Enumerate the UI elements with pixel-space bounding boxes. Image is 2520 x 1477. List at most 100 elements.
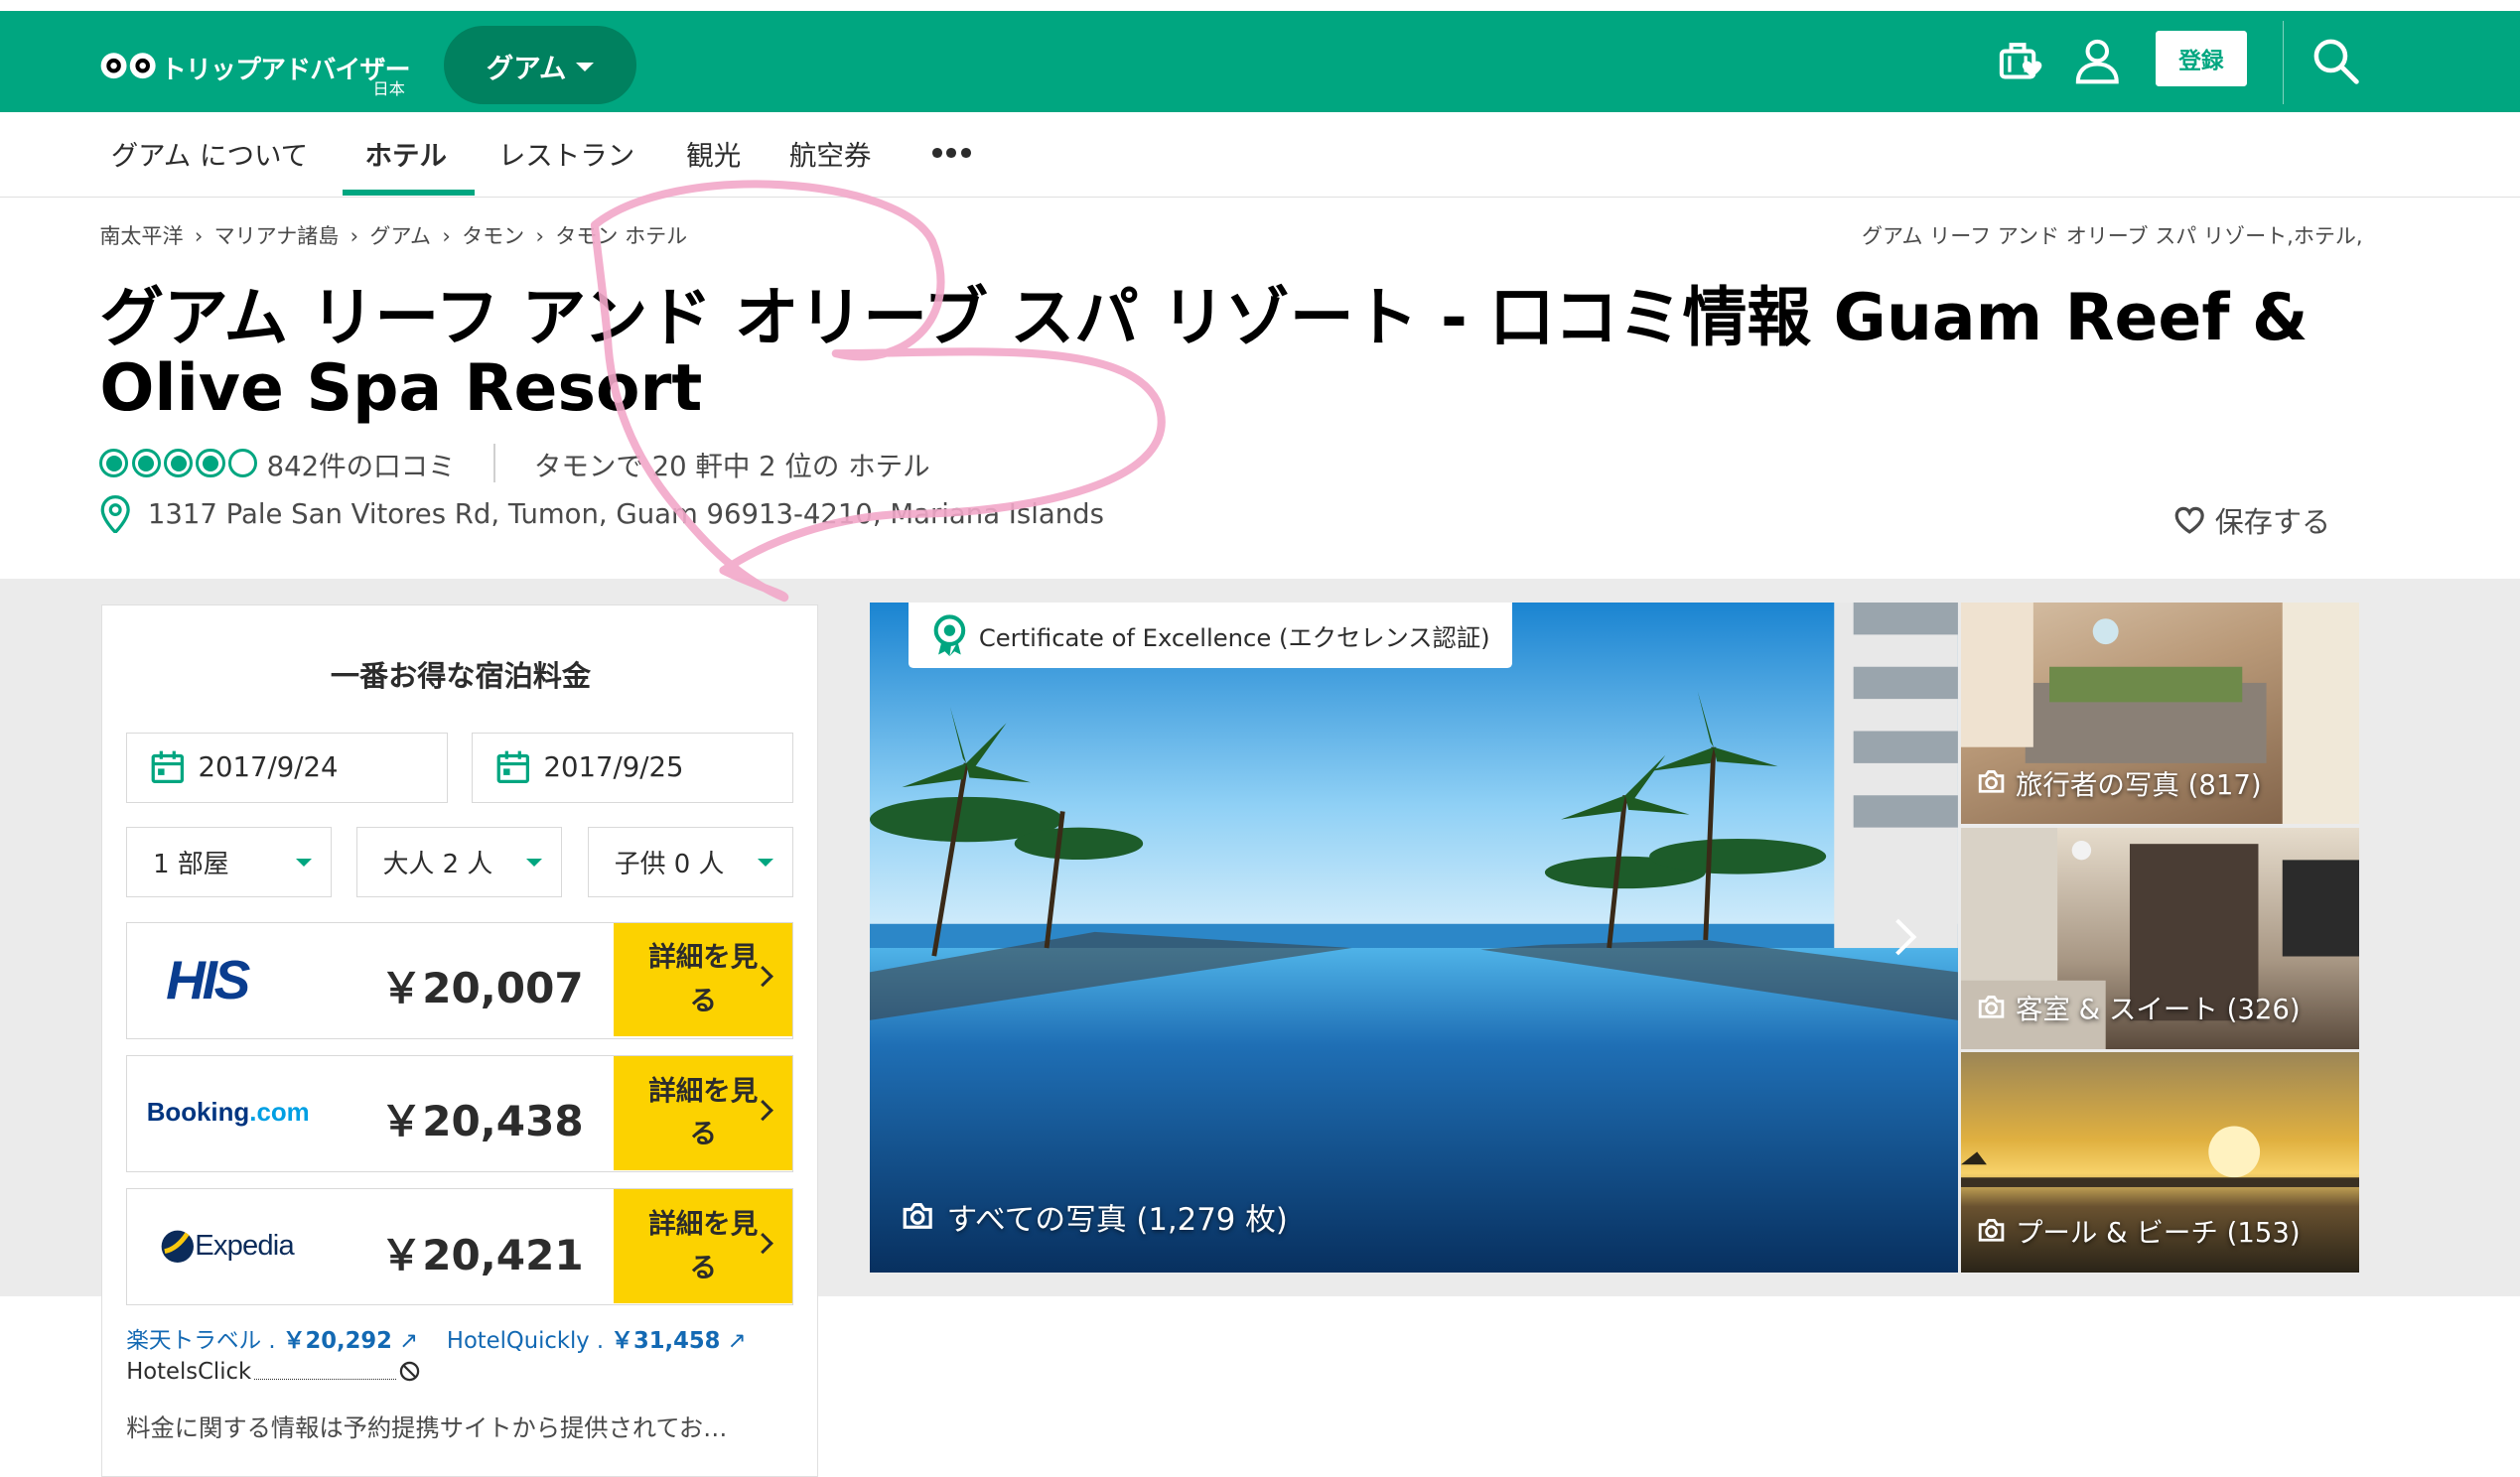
view-deal-button[interactable]: 詳細を見る: [614, 1189, 793, 1304]
checkout-date-field[interactable]: 2017/9/25: [472, 732, 794, 803]
other-offer-hotelquickly[interactable]: HotelQuickly . ￥31,458 ↗: [447, 1328, 747, 1354]
booking-com-logo: Booking .com: [147, 1056, 310, 1170]
view-deal-button[interactable]: 詳細を見る: [614, 1055, 793, 1170]
checkin-date-field[interactable]: 2017/9/24: [126, 732, 449, 803]
rooms-select[interactable]: 1 部屋: [126, 827, 333, 898]
breadcrumb-tumon-hotels[interactable]: タモン ホテル: [555, 223, 687, 248]
other-offers: 楽天トラベル . ￥20,292 ↗ HotelQuickly . ￥31,45…: [126, 1322, 746, 1355]
provider-name: Booking: [146, 1098, 250, 1127]
sub-navigation: グアム について ホテル レストラン 観光 航空券: [0, 112, 2520, 199]
save-button[interactable]: 保存する: [2173, 499, 2331, 541]
award-ribbon-icon: [933, 614, 966, 657]
children-value: 子供 0 人: [614, 850, 725, 880]
external-link-icon: ↗: [399, 1327, 419, 1354]
address-row: 1317 Pale San Vitores Rd, Tumon, Guam 96…: [99, 494, 1104, 534]
ranking-text[interactable]: タモンで 20 軒中 2 位の ホテル: [534, 444, 930, 483]
breadcrumb-separator: ›: [442, 222, 451, 248]
camera-icon: [1978, 1219, 2005, 1242]
his-logo: HIS: [166, 923, 250, 1037]
rating-bubble-filled: [99, 449, 129, 478]
more-menu-icon[interactable]: [931, 147, 971, 158]
provider-name-suffix: .com: [249, 1098, 310, 1127]
breadcrumb-separator: ›: [535, 222, 544, 248]
camera-icon: [903, 1203, 932, 1230]
offer-price: ￥20,007: [380, 963, 584, 1012]
camera-icon: [1978, 996, 2005, 1018]
other-offer-name: 楽天トラベル: [126, 1327, 262, 1354]
thumbnail-label: 旅行者の写真 (817): [2015, 768, 2262, 801]
rating-row: 842件の口コミ タモンで 20 軒中 2 位の ホテル: [99, 444, 930, 483]
pool-photo-image: [869, 603, 1958, 1274]
review-count-link[interactable]: 842件の口コミ: [267, 444, 456, 483]
trips-suitcase-icon[interactable]: [1997, 37, 2045, 85]
checkin-value: 2017/9/24: [198, 751, 339, 784]
certificate-badge[interactable]: Certificate of Excellence (エクセレンス認証): [908, 603, 1513, 669]
logo-country: 日本: [372, 79, 405, 99]
tab-hotels[interactable]: ホテル: [364, 133, 447, 173]
other-offer-name: HotelsClick: [126, 1358, 252, 1385]
rating-bubble-empty: [227, 449, 257, 478]
certificate-label: Certificate of Excellence (エクセレンス認証): [978, 622, 1490, 652]
other-offer-hotelsclick[interactable]: HotelsClick: [126, 1359, 420, 1385]
adults-select[interactable]: 大人 2 人: [355, 827, 562, 898]
hotel-address[interactable]: 1317 Pale San Vitores Rd, Tumon, Guam 96…: [148, 498, 1104, 530]
thumbnail-traveler-photos[interactable]: 旅行者の写真 (817): [1960, 603, 2360, 825]
active-tab-indicator: [342, 190, 475, 197]
offer-row[interactable]: Expedia ￥20,421 詳細を見る: [126, 1188, 794, 1306]
rating-bubble-filled: [164, 449, 194, 478]
user-profile-icon[interactable]: [2073, 37, 2122, 85]
breadcrumb-current: グアム リーフ アンド オリーブ スパ リゾート,ホテル,: [1861, 222, 2363, 248]
rating-bubbles[interactable]: [99, 449, 257, 478]
register-button[interactable]: 登録: [2155, 30, 2248, 87]
divider: [493, 444, 496, 483]
view-deal-label: 詳細を見る: [648, 1208, 759, 1283]
other-offer-price: ￥31,458: [611, 1327, 721, 1354]
thumbnail-caption: プール & ビーチ (153): [1977, 1210, 2301, 1250]
thumbnail-pool-beach[interactable]: プール & ビーチ (153): [1960, 1052, 2360, 1274]
unavailable-icon: [399, 1362, 420, 1382]
rating-bubble-filled: [131, 449, 161, 478]
offer-row[interactable]: Booking .com ￥20,438 詳細を見る: [126, 1054, 794, 1173]
external-link-icon: ↗: [727, 1327, 747, 1354]
expedia-logo: Expedia: [160, 1189, 295, 1303]
caret-down-icon: [296, 858, 313, 867]
provider-name: HIS: [166, 949, 250, 1010]
thumbnail-caption: 旅行者の写真 (817): [1977, 762, 2262, 802]
rooms-value: 1 部屋: [153, 850, 229, 880]
tab-attractions[interactable]: 観光: [686, 133, 741, 173]
header-divider: [2282, 21, 2285, 105]
calendar-icon: [151, 750, 184, 784]
caret-down-icon: [757, 858, 773, 867]
breadcrumb-mariana[interactable]: マリアナ諸島: [214, 223, 340, 248]
tab-restaurants[interactable]: レストラン: [498, 133, 635, 173]
heart-icon: [2174, 506, 2204, 534]
search-icon[interactable]: [2311, 37, 2360, 85]
breadcrumb-tumon[interactable]: タモン: [462, 223, 524, 248]
caret-down-icon: [576, 62, 595, 71]
offer-price: ￥20,438: [380, 1097, 584, 1146]
checkout-value: 2017/9/25: [543, 751, 684, 784]
breadcrumb-south-pacific[interactable]: 南太平洋: [99, 223, 183, 248]
children-select[interactable]: 子供 0 人: [587, 827, 794, 898]
geo-label: グアム: [486, 52, 567, 84]
top-strip: [0, 0, 2520, 12]
all-photos-label: すべての写真 (1,279 枚): [946, 1201, 1288, 1238]
geo-dropdown-button[interactable]: グアム: [443, 25, 637, 105]
tab-about-guam[interactable]: グアム について: [111, 133, 309, 173]
offer-row[interactable]: HIS ￥20,007 詳細を見る: [126, 921, 794, 1039]
offer-price: ￥20,421: [380, 1230, 584, 1279]
save-label: 保存する: [2214, 505, 2331, 540]
thumbnail-caption: 客室 & スイート (326): [1977, 987, 2301, 1026]
thumbnail-label: プール & ビーチ (153): [2015, 1217, 2301, 1250]
thumbnail-label: 客室 & スイート (326): [2015, 994, 2301, 1026]
all-photos-link[interactable]: すべての写真 (1,279 枚): [902, 1194, 1288, 1239]
breadcrumb-guam[interactable]: グアム: [369, 223, 431, 248]
view-deal-button[interactable]: 詳細を見る: [614, 922, 793, 1037]
main-photo[interactable]: Certificate of Excellence (エクセレンス認証) すべて…: [869, 603, 1958, 1274]
thumbnail-rooms-suites[interactable]: 客室 & スイート (326): [1960, 827, 2360, 1050]
breadcrumb-separator: ›: [194, 222, 204, 248]
other-offer-rakuten[interactable]: 楽天トラベル . ￥20,292 ↗: [126, 1328, 418, 1354]
camera-icon: [1978, 770, 2005, 794]
tab-flights[interactable]: 航空券: [789, 133, 872, 173]
booking-panel: 一番お得な宿泊料金 2017/9/24 2017/9/25 1 部屋 大人 2 …: [100, 604, 818, 1477]
